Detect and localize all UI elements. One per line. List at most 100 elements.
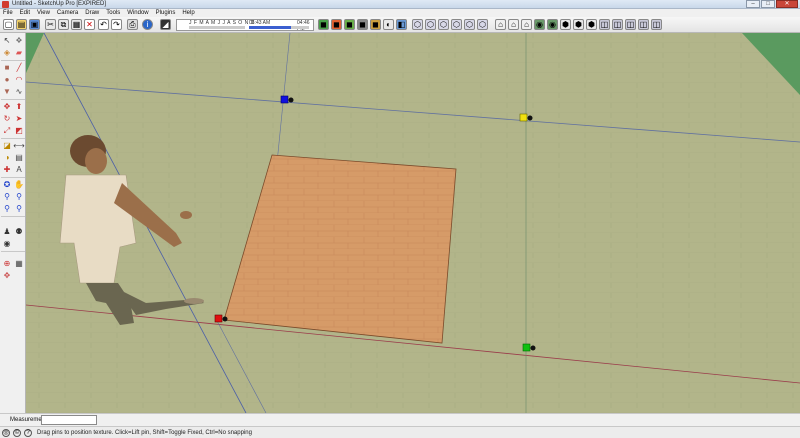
move-icon[interactable]: ✥ xyxy=(2,102,12,112)
scale-icon[interactable]: ⤢ xyxy=(2,126,12,136)
modeling-viewport[interactable] xyxy=(26,33,800,413)
print-icon[interactable]: ⎙ xyxy=(127,19,138,30)
main-toolbar: ▢ ▤ ▣ ✂ ⧉ ▦ ✕ ↶ ↷ ⎙ i ◢ J F M A M J J A … xyxy=(0,17,800,33)
wireframe-icon[interactable]: ◫ xyxy=(612,19,623,30)
previous-view-icon[interactable]: ⚲ xyxy=(2,204,12,214)
arc-icon[interactable]: ◠ xyxy=(14,75,24,85)
eraser-icon[interactable]: ▰ xyxy=(14,48,24,58)
layers-icon[interactable]: ◼ xyxy=(357,19,368,30)
freehand-icon[interactable]: ∿ xyxy=(14,87,24,97)
share-model-icon[interactable]: ⌂ xyxy=(508,19,519,30)
model-info-icon[interactable]: i xyxy=(142,19,153,30)
time-slider[interactable] xyxy=(249,26,309,29)
left-tool-palette: ↖ ❖ ◈ ▰ ■ ╱ ● ◠ ▼ ∿ ✥ ⬆ ↻ ➤ ⤢ ◩ ◪ ⟷ ◑ ▤ … xyxy=(0,33,26,413)
menu-help[interactable]: Help xyxy=(179,10,198,16)
shadow-toggle-icon[interactable]: ◢ xyxy=(160,19,171,30)
position-camera-icon[interactable]: ♟ xyxy=(2,227,12,237)
google-earth-icon[interactable]: ◉ xyxy=(534,19,545,30)
xray-icon[interactable]: ◫ xyxy=(599,19,610,30)
status-bar: ◎ © ? Drag pins to position texture. Cli… xyxy=(0,426,800,438)
snapshot-icon[interactable]: ⬢ xyxy=(573,19,584,30)
styles-icon[interactable]: ◼ xyxy=(344,19,355,30)
erase-icon[interactable]: ✕ xyxy=(84,19,95,30)
add-location-tool-icon[interactable]: ✥ xyxy=(2,271,12,281)
add-location-icon[interactable]: ⬢ xyxy=(586,19,597,30)
hidden-line-icon[interactable]: ◫ xyxy=(625,19,636,30)
menu-view[interactable]: View xyxy=(34,10,54,16)
zoom-extents-icon[interactable]: ⚲ xyxy=(14,204,24,214)
paint-bucket-icon[interactable]: ◈ xyxy=(2,48,12,58)
front-view-icon[interactable]: ⬡ xyxy=(438,19,449,30)
section-plane-icon[interactable]: ⊕ xyxy=(2,259,12,269)
protractor-icon[interactable]: ◑ xyxy=(2,153,12,163)
separator xyxy=(1,216,25,217)
menu-edit[interactable]: Edit xyxy=(17,10,34,16)
menu-file[interactable]: File xyxy=(0,10,17,16)
axes-icon[interactable]: ✚ xyxy=(2,165,12,175)
shadow-settings-widget[interactable]: J F M A M J J A S O N D 06:43 AM 04:46 P… xyxy=(176,19,314,32)
new-icon[interactable]: ▢ xyxy=(3,19,14,30)
line-icon[interactable]: ╱ xyxy=(14,63,24,73)
place-model-icon[interactable]: ⬢ xyxy=(560,19,571,30)
share-component-icon[interactable]: ⌂ xyxy=(521,19,532,30)
maximize-button[interactable]: □ xyxy=(761,0,775,8)
shaded-texture-icon[interactable]: ◫ xyxy=(651,19,662,30)
window-controls: – □ ✕ xyxy=(745,0,798,9)
polygon-icon[interactable]: ▼ xyxy=(2,87,12,97)
zoom-window-icon[interactable]: ⚲ xyxy=(14,192,24,202)
menu-tools[interactable]: Tools xyxy=(103,10,124,16)
zoom-icon[interactable]: ⚲ xyxy=(2,192,12,202)
geolocation-icon[interactable]: ◎ xyxy=(2,428,10,437)
redo-icon[interactable]: ↷ xyxy=(111,19,122,30)
push-pull-icon[interactable]: ⬆ xyxy=(14,102,24,112)
text-icon[interactable]: ▤ xyxy=(14,153,24,163)
orbit-icon[interactable]: ✪ xyxy=(2,180,12,190)
shaded-icon[interactable]: ◫ xyxy=(638,19,649,30)
rectangle-icon[interactable]: ■ xyxy=(2,63,12,73)
separator xyxy=(1,251,25,252)
minimize-button[interactable]: – xyxy=(746,0,760,8)
right-view-icon[interactable]: ⬡ xyxy=(451,19,462,30)
back-view-icon[interactable]: ⬡ xyxy=(464,19,475,30)
offset-icon[interactable]: ◩ xyxy=(14,126,24,136)
close-button[interactable]: ✕ xyxy=(776,0,798,8)
pan-icon[interactable]: ✋ xyxy=(14,180,24,190)
copy-icon[interactable]: ⧉ xyxy=(58,19,69,30)
scenes-icon[interactable]: ◼ xyxy=(370,19,381,30)
walk-icon[interactable]: ⚉ xyxy=(14,227,24,237)
materials-icon[interactable]: ◼ xyxy=(331,19,342,30)
3d-text-icon[interactable]: A xyxy=(14,165,24,175)
follow-me-icon[interactable]: ➤ xyxy=(14,114,24,124)
shadows-icon[interactable]: ◐ xyxy=(383,19,394,30)
circle-icon[interactable]: ● xyxy=(2,75,12,85)
measurements-input[interactable] xyxy=(41,415,97,425)
left-view-icon[interactable]: ⬡ xyxy=(477,19,488,30)
cut-icon[interactable]: ✂ xyxy=(45,19,56,30)
tape-measure-icon[interactable]: ◪ xyxy=(2,141,12,151)
paste-icon[interactable]: ▦ xyxy=(71,19,82,30)
title-bar: Untitled - SketchUp Pro [EXPIRED] – □ ✕ xyxy=(0,0,800,9)
components-icon[interactable]: ◼ xyxy=(318,19,329,30)
credits-icon[interactable]: © xyxy=(13,428,21,437)
separator xyxy=(1,60,25,61)
dimension-icon[interactable]: ⟷ xyxy=(13,141,24,151)
menu-draw[interactable]: Draw xyxy=(82,10,103,16)
make-component-icon[interactable]: ❖ xyxy=(14,36,24,46)
help-icon[interactable]: ? xyxy=(24,428,32,437)
undo-icon[interactable]: ↶ xyxy=(98,19,109,30)
rotate-icon[interactable]: ↻ xyxy=(2,114,12,124)
menu-window[interactable]: Window xyxy=(124,10,152,16)
top-view-icon[interactable]: ⬡ xyxy=(425,19,436,30)
iso-view-icon[interactable]: ⬡ xyxy=(412,19,423,30)
get-models-icon[interactable]: ⌂ xyxy=(495,19,506,30)
menu-plugins[interactable]: Plugins xyxy=(153,10,180,16)
save-icon[interactable]: ▣ xyxy=(29,19,40,30)
terrain-icon[interactable]: ◉ xyxy=(547,19,558,30)
look-around-icon[interactable]: ◉ xyxy=(2,239,12,249)
date-slider[interactable] xyxy=(189,26,245,29)
sandbox-icon[interactable]: ▦ xyxy=(14,259,24,269)
menu-camera[interactable]: Camera xyxy=(54,10,82,16)
open-icon[interactable]: ▤ xyxy=(16,19,27,30)
fog-icon[interactable]: ◧ xyxy=(396,19,407,30)
select-tool-icon[interactable]: ↖ xyxy=(2,36,12,46)
